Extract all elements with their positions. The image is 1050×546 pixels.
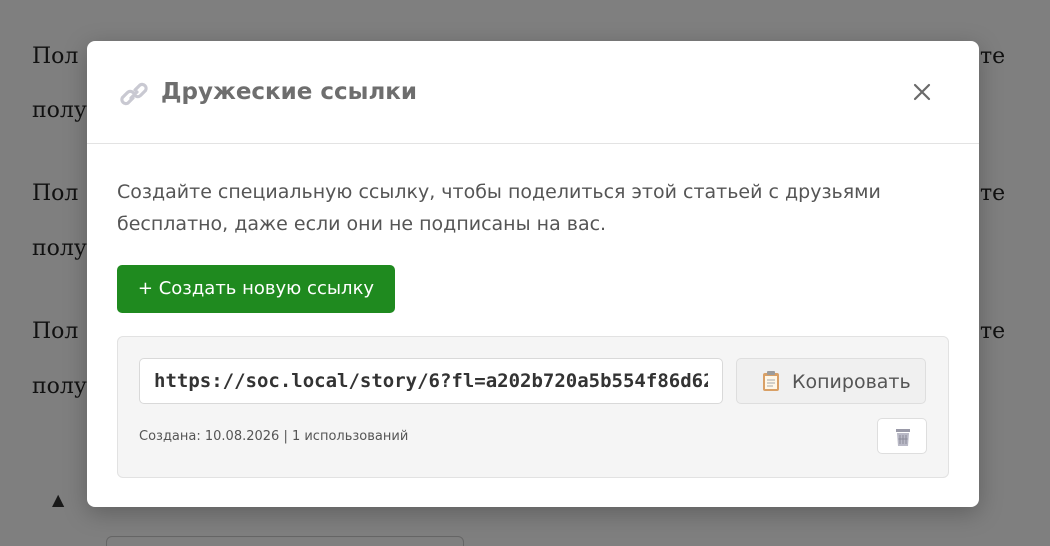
link-url-field[interactable] — [139, 358, 723, 404]
modal-body: Создайте специальную ссылку, чтобы подел… — [87, 144, 979, 507]
modal-header: Дружеские ссылки — [87, 41, 979, 144]
copy-button-label: Копировать — [792, 371, 911, 393]
delete-link-button[interactable] — [877, 418, 927, 454]
create-link-button[interactable]: + Создать новую ссылку — [117, 265, 395, 313]
copy-button[interactable]: Копировать — [736, 358, 926, 404]
trash-icon — [896, 429, 910, 446]
modal-description: Создайте специальную ссылку, чтобы подел… — [117, 181, 881, 235]
clipboard-icon — [763, 371, 779, 391]
friend-link-card: Копировать Создана: 10.08.2026 | 1 испол… — [117, 336, 949, 478]
close-icon[interactable] — [907, 77, 937, 107]
modal-title: Дружеские ссылки — [161, 79, 418, 105]
friend-links-modal: Дружеские ссылки Создайте специальную сс… — [87, 41, 979, 507]
link-icon — [120, 82, 148, 106]
link-meta: Создана: 10.08.2026 | 1 использований — [139, 429, 409, 444]
